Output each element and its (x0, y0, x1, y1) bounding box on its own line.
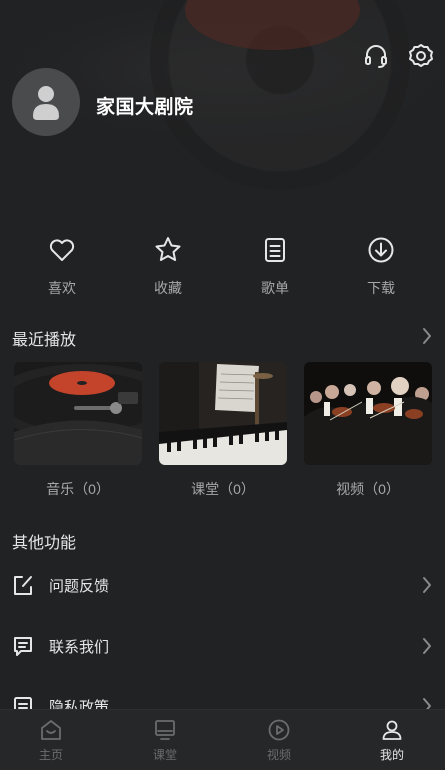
recent-music-label: 音乐（0） (46, 481, 110, 497)
chevron-right-icon (423, 638, 431, 654)
favorite-button[interactable]: 喜欢 (27, 235, 97, 298)
download-button[interactable]: 下载 (346, 235, 416, 298)
message-icon (14, 637, 32, 656)
bottom-tab-bar: 主页 课堂 视频 我的 (0, 709, 445, 770)
tab-mine-label: 我的 (379, 748, 404, 762)
recent-card-class[interactable]: 课堂（0） (159, 362, 287, 499)
download-label: 下载 (367, 280, 395, 296)
recent-card-video[interactable]: 视频（0） (304, 362, 432, 499)
contact-label: 联系我们 (49, 639, 110, 656)
user-name: 家国大剧院 (96, 97, 194, 118)
feedback-row[interactable]: 问题反馈 (0, 555, 445, 615)
recent-more-chevron-icon[interactable] (421, 327, 433, 345)
headset-icon[interactable] (362, 42, 390, 70)
play-icon (268, 719, 290, 741)
recent-section-title: 最近播放 (12, 332, 77, 349)
recent-video-label: 视频（0） (336, 481, 400, 497)
contact-row[interactable]: 联系我们 (0, 616, 445, 676)
collect-label: 收藏 (154, 280, 182, 296)
recent-list: 音乐（0） 课堂（0） 视频（0） (14, 362, 432, 502)
other-section-title: 其他功能 (12, 535, 77, 552)
vinyl-record-image (14, 362, 142, 465)
recent-card-music[interactable]: 音乐（0） (14, 362, 142, 499)
user-icon (382, 720, 402, 740)
tab-mine[interactable]: 我的 (352, 718, 432, 763)
tab-home[interactable]: 主页 (11, 718, 91, 763)
tab-class[interactable]: 课堂 (125, 718, 205, 763)
favorite-label: 喜欢 (48, 280, 76, 296)
download-icon (368, 237, 394, 263)
chevron-right-icon (423, 577, 431, 593)
feedback-label: 问题反馈 (49, 578, 110, 595)
piano-sheet-music-image (159, 362, 287, 465)
avatar[interactable] (12, 68, 80, 136)
playlist-button[interactable]: 歌单 (240, 235, 310, 298)
star-icon (155, 237, 181, 261)
monitor-icon (155, 720, 175, 740)
playlist-label: 歌单 (261, 280, 289, 296)
tab-video-label: 视频 (266, 748, 291, 762)
tab-class-label: 课堂 (152, 748, 177, 762)
orchestra-image (304, 362, 432, 465)
collect-button[interactable]: 收藏 (133, 235, 203, 298)
playlist-icon (265, 238, 285, 262)
tab-home-label: 主页 (38, 748, 63, 762)
gear-icon[interactable] (407, 42, 435, 70)
heart-icon (49, 239, 75, 261)
tab-video[interactable]: 视频 (239, 718, 319, 763)
recent-class-label: 课堂（0） (191, 481, 255, 497)
home-icon (41, 720, 61, 740)
edit-icon (14, 576, 32, 595)
quick-actions: 喜欢 收藏 歌单 下载 (0, 235, 445, 305)
